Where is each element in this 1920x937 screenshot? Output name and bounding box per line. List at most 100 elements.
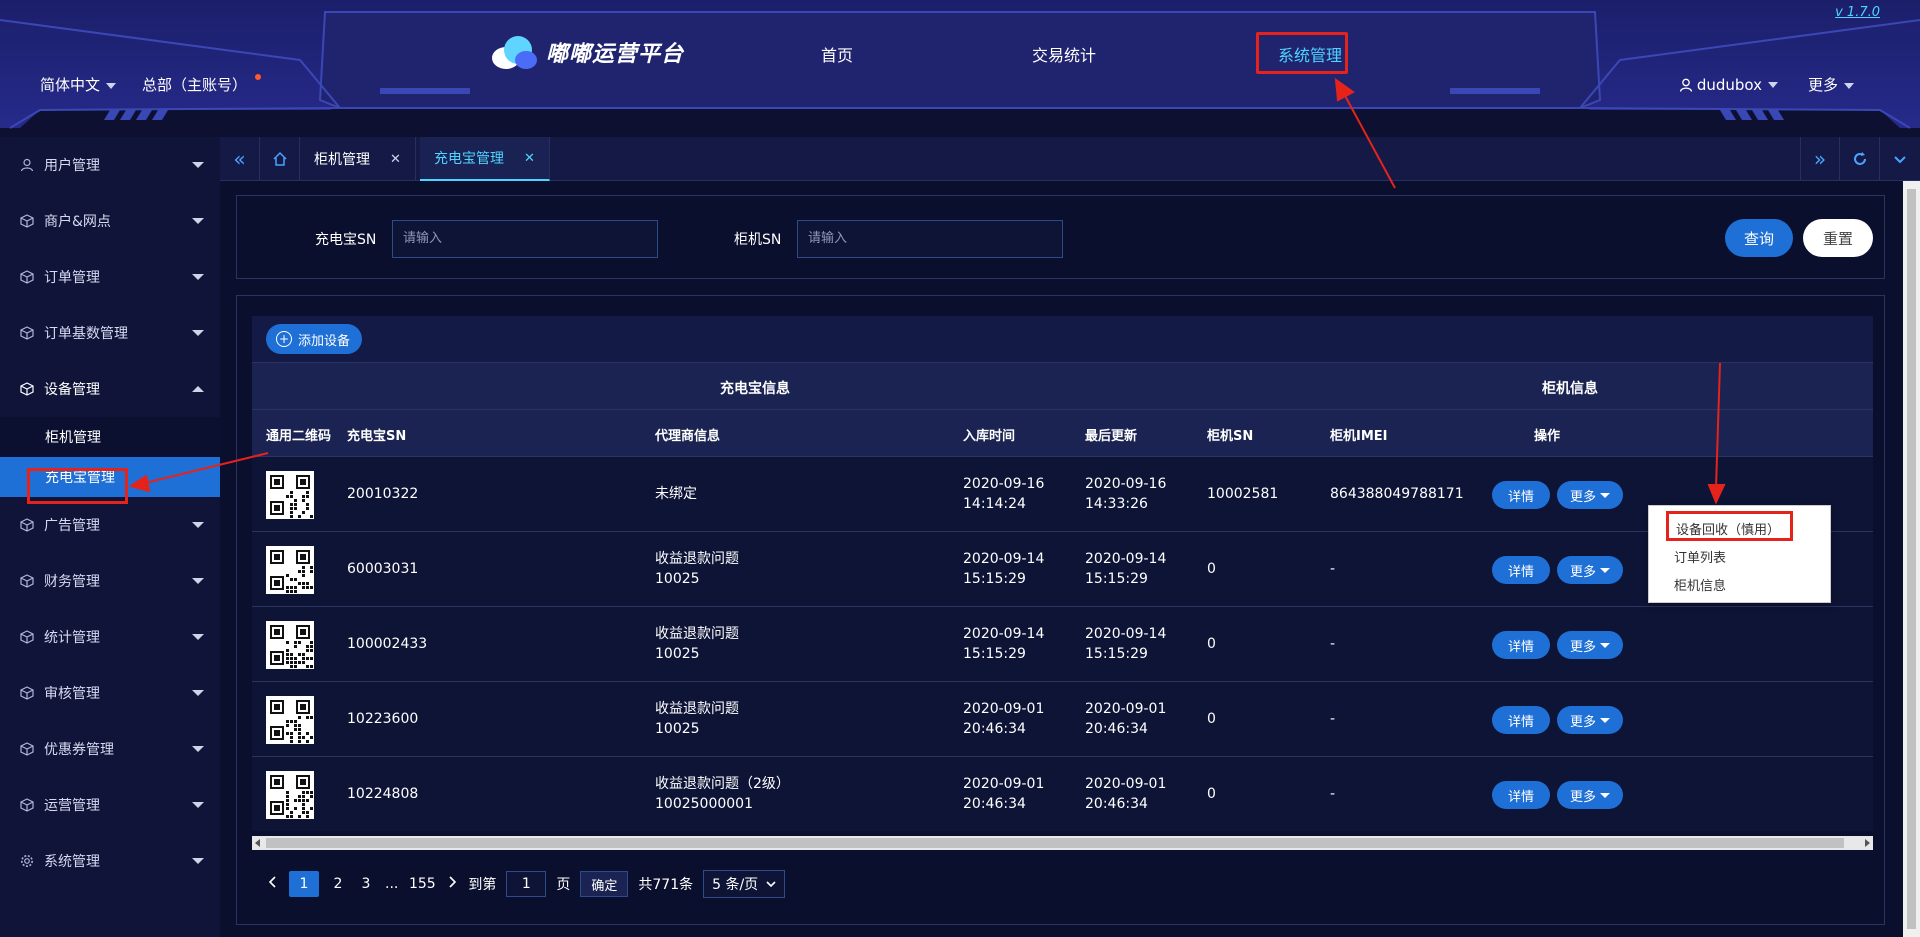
more-button[interactable]: 更多 <box>1557 706 1623 734</box>
page-2[interactable]: 2 <box>329 871 347 897</box>
scrollbar-thumb[interactable] <box>266 838 1844 848</box>
sidebar-subitem-cabinet[interactable]: 柜机管理 <box>0 417 220 457</box>
cell-in-date: 2020-09-14 <box>963 626 1045 642</box>
more-button[interactable]: 更多 <box>1557 481 1623 509</box>
menu-item-order-list[interactable]: 订单列表 <box>1674 547 1726 566</box>
cell-in-date: 2020-09-16 <box>963 476 1045 492</box>
scroll-left-arrow-icon[interactable] <box>255 839 260 847</box>
detail-button[interactable]: 详情 <box>1492 631 1550 659</box>
qrcode-icon[interactable] <box>266 546 314 594</box>
more-menu[interactable]: 更多 <box>1808 74 1854 95</box>
sidebar-item-system[interactable]: 系统管理 <box>0 833 220 889</box>
page-3[interactable]: 3 <box>357 871 375 897</box>
goto-page-input[interactable]: 1 <box>506 871 547 897</box>
sidebar-item-ads[interactable]: 广告管理 <box>0 497 220 553</box>
sidebar-item-label: 订单管理 <box>44 270 100 286</box>
detail-button[interactable]: 详情 <box>1492 556 1550 584</box>
sidebar-item-merchant[interactable]: 商户&网点 <box>0 193 220 249</box>
menu-item-cabinet-info[interactable]: 柜机信息 <box>1674 575 1726 594</box>
detail-button[interactable]: 详情 <box>1492 781 1550 809</box>
nav-trade-stats[interactable]: 交易统计 <box>1032 42 1096 66</box>
nav-home[interactable]: 首页 <box>821 42 853 66</box>
col-in-time: 入库时间 <box>963 429 1016 444</box>
scroll-right-arrow-icon[interactable] <box>1865 839 1870 847</box>
cube-icon <box>20 630 34 644</box>
page-ellipsis[interactable]: ... <box>385 876 398 892</box>
qrcode-icon[interactable] <box>266 771 314 819</box>
user-icon <box>20 158 34 172</box>
query-button[interactable]: 查询 <box>1725 219 1793 257</box>
refresh-icon[interactable] <box>1840 137 1880 181</box>
cell-agent: 收益退款问题 <box>655 701 739 717</box>
notification-dot <box>255 74 262 80</box>
header-left: 简体中文 总部（主账号） <box>40 74 262 95</box>
chevron-down-icon <box>192 578 204 584</box>
cloud-logo-icon <box>492 36 537 69</box>
sidebar-item-statistics[interactable]: 统计管理 <box>0 609 220 665</box>
sidebar-item-label: 广告管理 <box>44 518 100 534</box>
home-icon[interactable] <box>260 137 300 181</box>
cell-agent-id: 10025 <box>655 721 700 737</box>
scrollbar-thumb[interactable] <box>1907 189 1916 929</box>
annotation-highlight-box <box>1256 32 1348 74</box>
vertical-scrollbar[interactable] <box>1903 181 1920 937</box>
horizontal-scrollbar[interactable] <box>252 836 1873 850</box>
cell-powerbank-sn: 60003031 <box>347 561 419 577</box>
cell-update-time: 15:15:29 <box>1085 571 1148 587</box>
reset-button[interactable]: 重置 <box>1803 219 1873 257</box>
sidebar-item-label: 优惠券管理 <box>44 742 114 758</box>
more-label: 更多 <box>1569 489 1596 505</box>
qrcode-icon[interactable] <box>266 696 314 744</box>
next-page-icon[interactable] <box>446 875 458 893</box>
add-device-button[interactable]: + 添加设备 <box>266 324 363 354</box>
table-column-header: 通用二维码 充电宝SN 代理商信息 入库时间 最后更新 柜机SN 柜机IMEI … <box>252 409 1873 456</box>
more-button[interactable]: 更多 <box>1557 556 1623 584</box>
collapse-left-icon[interactable]: « <box>220 137 260 181</box>
language-selector[interactable]: 简体中文 <box>40 74 117 95</box>
page-size-select[interactable]: 5 条/页 <box>703 870 786 898</box>
table-row: 10223600 收益退款问题 10025 2020-09-01 20:46:3… <box>252 681 1873 756</box>
qrcode-icon[interactable] <box>266 471 314 519</box>
sidebar-item-device-management[interactable]: 设备管理 <box>0 361 220 417</box>
cell-update-time: 20:46:34 <box>1085 796 1148 812</box>
sidebar-item-label: 商户&网点 <box>44 214 111 230</box>
detail-button[interactable]: 详情 <box>1492 706 1550 734</box>
table-row: 20010322 未绑定 2020-09-16 14:14:24 2020-09… <box>252 456 1873 531</box>
sidebar-item-user-management[interactable]: 用户管理 <box>0 137 220 193</box>
account-selector[interactable]: 总部（主账号） <box>142 74 262 95</box>
tab-powerbank-management[interactable]: 充电宝管理 ✕ <box>420 137 550 181</box>
scroll-right-icon[interactable]: » <box>1800 137 1840 181</box>
page-last[interactable]: 155 <box>408 871 436 897</box>
prev-page-icon[interactable] <box>267 875 279 893</box>
cabinet-sn-input[interactable]: 请输入 <box>797 220 1063 258</box>
more-button[interactable]: 更多 <box>1557 781 1623 809</box>
annotation-highlight-box <box>27 468 128 504</box>
powerbank-sn-input[interactable]: 请输入 <box>392 220 658 258</box>
cell-in-time: 15:15:29 <box>963 646 1026 662</box>
more-button[interactable]: 更多 <box>1557 631 1623 659</box>
detail-button[interactable]: 详情 <box>1492 481 1550 509</box>
account-label: 总部（主账号） <box>142 76 248 94</box>
close-icon[interactable]: ✕ <box>524 151 535 166</box>
goto-confirm-button[interactable]: 确定 <box>580 871 629 897</box>
close-icon[interactable]: ✕ <box>390 152 401 167</box>
cell-cabinet-imei: - <box>1330 561 1336 577</box>
sidebar-item-order-base[interactable]: 订单基数管理 <box>0 305 220 361</box>
user-menu[interactable]: dudubox <box>1679 76 1778 94</box>
page-1[interactable]: 1 <box>289 871 319 897</box>
chevron-down-icon <box>192 522 204 528</box>
sidebar-item-operations[interactable]: 运营管理 <box>0 777 220 833</box>
sidebar-item-finance[interactable]: 财务管理 <box>0 553 220 609</box>
tab-cabinet-management[interactable]: 柜机管理 ✕ <box>300 137 416 181</box>
cell-agent-id: 10025 <box>655 571 700 587</box>
powerbank-sn-label: 充电宝SN <box>315 232 377 248</box>
table-panel: + 添加设备 充电宝信息 柜机信息 通用二维码 充电宝SN 代理商信息 入库时间… <box>236 295 1885 925</box>
pagination: 1 2 3 ... 155 到第 1 页 确定 共771条 5 条/页 <box>267 870 786 898</box>
chevron-down-icon[interactable] <box>1880 137 1920 181</box>
version-link[interactable]: v 1.7.0 <box>1835 5 1880 20</box>
chevron-down-icon <box>192 858 204 864</box>
qrcode-icon[interactable] <box>266 621 314 669</box>
sidebar-item-orders[interactable]: 订单管理 <box>0 249 220 305</box>
sidebar-item-coupons[interactable]: 优惠券管理 <box>0 721 220 777</box>
sidebar-item-review[interactable]: 审核管理 <box>0 665 220 721</box>
